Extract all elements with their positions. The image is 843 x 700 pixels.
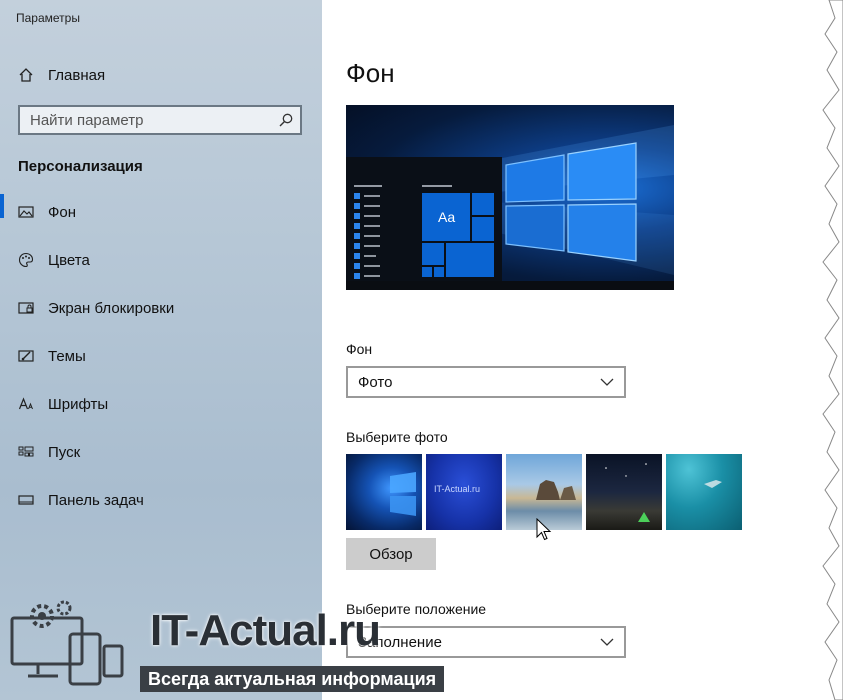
themes-icon — [18, 350, 34, 362]
sidebar-item-themes[interactable]: Темы — [0, 332, 322, 380]
photo-thumb-4[interactable] — [586, 454, 662, 530]
sidebar-item-label: Цвета — [48, 251, 90, 269]
watermark: IT-Actual.ru Всегда актуальная информаци… — [0, 590, 470, 700]
sidebar-item-colors[interactable]: Цвета — [0, 236, 322, 284]
lock-screen-icon — [18, 302, 34, 314]
choose-photo-label: Выберите фото — [346, 429, 448, 445]
photo-thumb-5[interactable] — [666, 454, 742, 530]
sidebar-item-label: Темы — [48, 347, 86, 365]
nav-list: Фон Цвета Экран блокировки Темы Шрифты П… — [0, 194, 322, 536]
sidebar-item-fonts[interactable]: Шрифты — [0, 380, 322, 428]
window-title: Параметры — [16, 11, 80, 25]
sidebar-item-background[interactable]: Фон — [0, 188, 322, 236]
devices-gears-icon — [10, 600, 124, 686]
browse-button[interactable]: Обзор — [346, 538, 436, 570]
search-box[interactable] — [18, 105, 302, 135]
thumb-caption: IT-Actual.ru — [434, 484, 481, 494]
background-preview: Aa — [346, 105, 674, 290]
search-icon[interactable] — [278, 112, 294, 128]
nav-home[interactable]: Главная — [18, 64, 105, 86]
image-icon — [18, 206, 34, 218]
section-title: Персонализация — [18, 158, 143, 175]
background-label: Фон — [346, 341, 373, 357]
search-input[interactable] — [20, 107, 278, 133]
watermark-tagline: Всегда актуальная информация — [140, 666, 445, 692]
tent-icon — [605, 463, 650, 522]
chevron-down-icon — [600, 638, 614, 646]
sidebar-item-label: Панель задач — [48, 491, 144, 509]
chevron-down-icon — [600, 378, 614, 386]
sidebar-item-label: Фон — [48, 203, 77, 221]
sidebar-item-lock-screen[interactable]: Экран блокировки — [0, 284, 322, 332]
page-title: Фон — [346, 58, 395, 88]
diver-icon — [704, 480, 722, 488]
sidebar-item-start[interactable]: Пуск — [0, 428, 322, 476]
torn-edge — [822, 0, 843, 700]
palette-icon — [18, 252, 34, 268]
windows-logo-icon — [390, 472, 416, 516]
background-dropdown-value: Фото — [358, 373, 393, 391]
photo-thumb-1[interactable] — [346, 454, 422, 530]
start-icon — [18, 446, 34, 457]
background-dropdown[interactable]: Фото — [346, 366, 626, 398]
home-icon — [19, 68, 33, 82]
sidebar-item-taskbar[interactable]: Панель задач — [0, 476, 322, 524]
photo-thumb-2[interactable]: IT-Actual.ru — [426, 454, 502, 530]
mouse-cursor-icon — [536, 518, 552, 541]
sidebar-item-label: Шрифты — [48, 395, 109, 413]
sidebar-item-label: Пуск — [48, 443, 81, 461]
taskbar-icon — [18, 495, 34, 505]
preview-tile-text: Aa — [438, 209, 456, 225]
sidebar-item-label: Экран блокировки — [48, 299, 175, 317]
fonts-icon — [18, 397, 33, 410]
windows-logo-icon — [346, 125, 674, 290]
nav-home-label: Главная — [48, 66, 106, 84]
watermark-logo: IT-Actual.ru — [150, 606, 381, 655]
